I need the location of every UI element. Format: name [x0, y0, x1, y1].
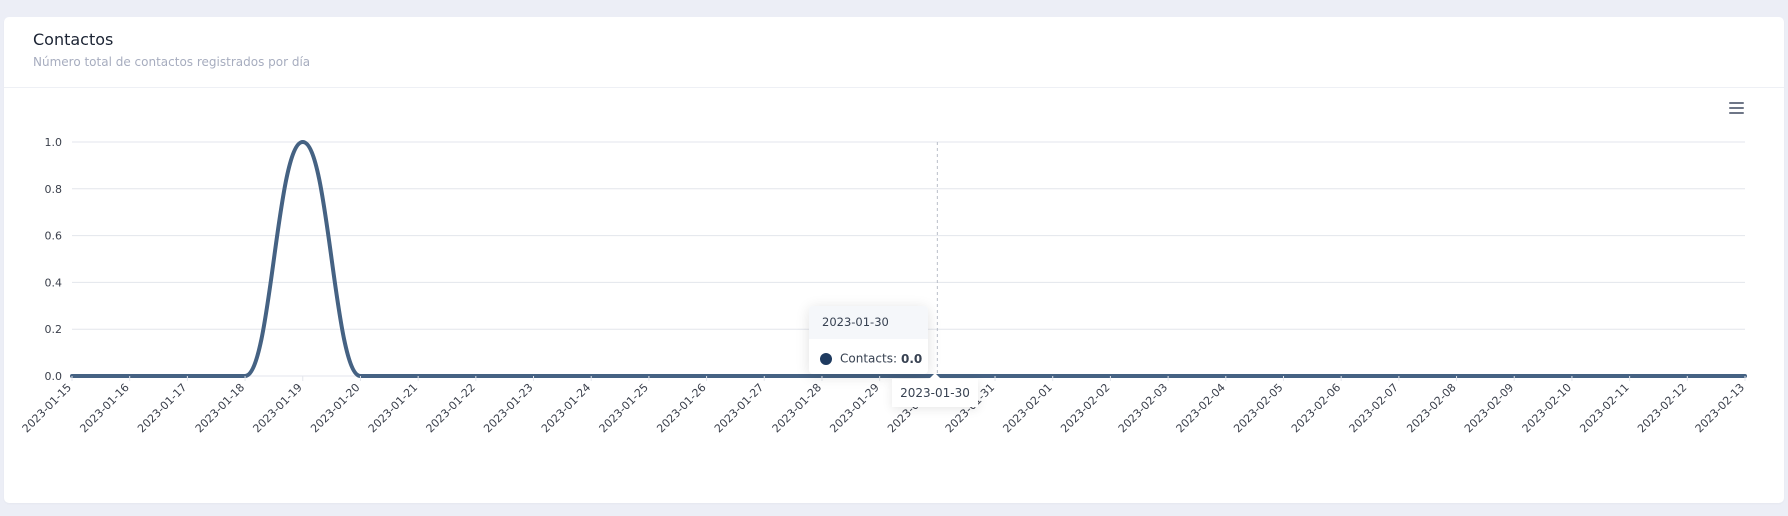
x-tick-label: 2023-02-05	[1231, 381, 1285, 435]
x-tick-label: 2023-01-25	[597, 381, 651, 435]
x-tick-label: 2023-02-02	[1058, 381, 1112, 435]
x-tick-label: 2023-01-18	[193, 381, 247, 435]
x-tick-label: 2023-02-04	[1174, 381, 1228, 435]
x-tick-label: 2023-02-11	[1577, 381, 1631, 435]
y-tick-label: 1.0	[45, 136, 63, 149]
x-tick-label: 2023-01-17	[135, 381, 189, 435]
contacts-line-chart[interactable]: 0.00.20.40.60.81.02023-01-15 2023-01-16 20…	[0, 0, 1788, 516]
tooltip-series-row: Contacts: 0.0	[820, 350, 922, 366]
x-tick-label: 2023-01-26	[654, 381, 708, 435]
x-tick-label: 2023-01-16	[77, 381, 131, 435]
x-tick-label: 2023-02-03	[1116, 381, 1170, 435]
x-tick-label: 2023-02-10	[1520, 381, 1574, 435]
x-tick-label: 2023-01-27	[712, 381, 766, 435]
x-tick-label: 2023-01-23	[481, 381, 535, 435]
tooltip-series-value: 0.0	[900, 351, 923, 366]
x-tick-label: 2023-01-29	[827, 381, 881, 435]
x-tick-label: 2023-02-08	[1404, 381, 1458, 435]
hamburger-menu-icon[interactable]	[1729, 101, 1745, 115]
y-tick-label: 0.0	[45, 370, 63, 383]
x-tick-label: 2023-02-12	[1635, 381, 1689, 435]
x-tick-label: 2023-02-09	[1462, 381, 1516, 435]
x-tick-label: 2023-02-07	[1347, 381, 1401, 435]
x-axis-crosshair-label: 2023-01-30	[892, 373, 978, 407]
y-tick-label: 0.2	[45, 323, 63, 336]
x-tick-label: 2023-01-21	[366, 381, 420, 435]
chart-tooltip: 2023-01-30 Contacts: 0.0	[809, 306, 928, 374]
tooltip-series-label: Contacts:	[840, 351, 897, 366]
x-tick-label: 2023-02-06	[1289, 381, 1343, 435]
x-tick-label: 2023-02-13	[1693, 381, 1747, 435]
x-tick-label: 2023-02-01	[1000, 381, 1054, 435]
x-tick-label: 2023-01-15	[20, 381, 74, 435]
x-tick-label: 2023-01-20	[308, 381, 362, 435]
x-tick-label: 2023-01-22	[424, 381, 478, 435]
tooltip-date: 2023-01-30	[809, 306, 928, 339]
x-tick-label: 2023-01-24	[539, 381, 593, 435]
y-tick-label: 0.8	[45, 183, 63, 196]
x-tick-label: 2023-01-28	[770, 381, 824, 435]
y-tick-label: 0.6	[45, 230, 63, 243]
x-tick-label: 2023-01-19	[250, 381, 304, 435]
y-tick-label: 0.4	[45, 276, 63, 289]
series-marker-icon	[820, 352, 832, 365]
